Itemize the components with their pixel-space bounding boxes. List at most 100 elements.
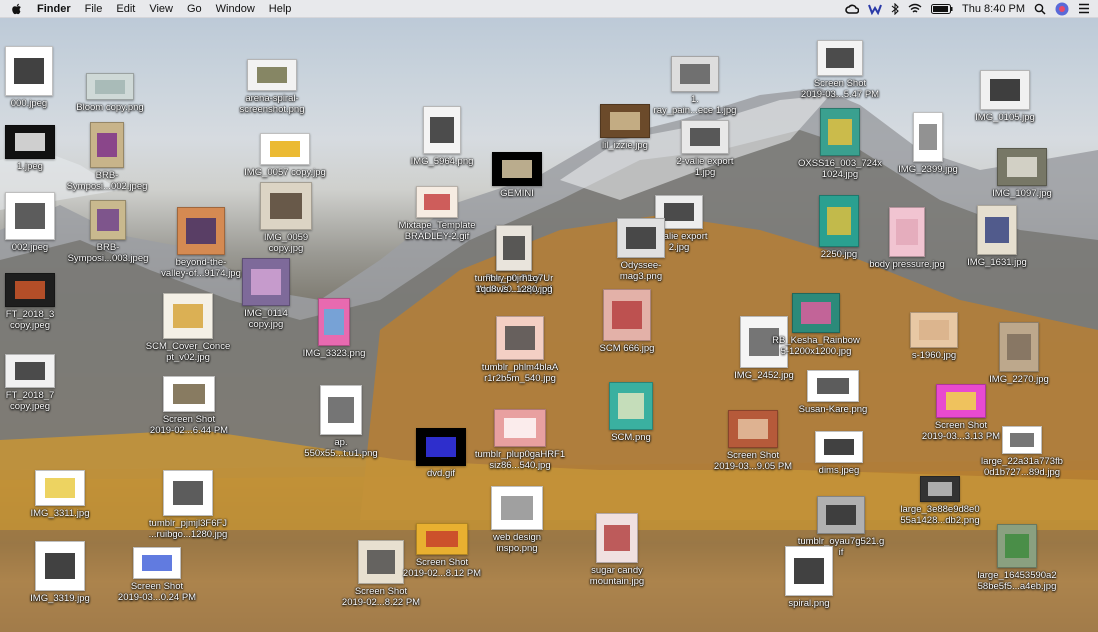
desktop-file-icon[interactable]: BRB- Symposi...002.jpeg — [61, 122, 153, 192]
desktop-file-icon[interactable]: IMG_1631.jpg — [951, 205, 1043, 268]
desktop-file-icon[interactable]: Bloom copy.png — [64, 73, 156, 113]
menu-bar: Finder File Edit View Go Window Help Thu… — [0, 0, 1098, 18]
desktop-file-icon[interactable]: SCM_Cover_Conce pt_v02.jpg — [142, 293, 234, 363]
thumbnail-content — [1006, 156, 1038, 178]
spotlight-search-icon[interactable] — [1034, 3, 1046, 15]
desktop-file-icon[interactable]: SCM 666.jpg — [581, 289, 673, 354]
menu-app-finder[interactable]: Finder — [37, 3, 71, 15]
user-avatar-icon[interactable] — [1055, 2, 1069, 16]
file-thumbnail — [936, 384, 986, 418]
desktop-file-icon[interactable]: Screen Shot 2019-02...6.44 PM — [143, 376, 235, 436]
file-thumbnail — [977, 205, 1017, 255]
menu-view[interactable]: View — [149, 3, 173, 15]
thumbnail-content — [142, 554, 172, 572]
desktop-file-icon[interactable]: BRB- Symposi...003.jpeg — [62, 200, 154, 264]
file-name-label: tumblr_phlm4blaA r1r2b5m_540.jpg — [481, 362, 559, 384]
desktop-file-icon[interactable]: Screen Shot 2019-02...8.12 PM — [396, 523, 488, 579]
file-name-label: tumblr_p0jrh1o7Ur 1qd8ws...1280.jpg — [474, 273, 554, 295]
desktop-file-icon[interactable]: sugar candy mountain.jpg — [571, 513, 663, 587]
file-thumbnail — [163, 470, 213, 516]
desktop-file-icon[interactable]: tumblr_plup0gaHRF1 siz86...540.jpg — [474, 409, 566, 471]
desktop-file-icon[interactable]: 2-valie export 1.jpg — [659, 120, 751, 178]
desktop-file-icon[interactable]: IMG_3311.jpg — [14, 470, 106, 519]
malwarebytes-icon[interactable] — [868, 3, 882, 15]
desktop-file-icon[interactable]: arena-spiral- screenshot.png — [226, 59, 318, 115]
file-name-label: IMG_1631.jpg — [967, 257, 1027, 268]
menu-edit[interactable]: Edit — [116, 3, 135, 15]
file-thumbnail — [320, 385, 362, 435]
desktop-file-icon[interactable]: body pressure.jpg — [861, 207, 953, 270]
menu-window[interactable]: Window — [216, 3, 255, 15]
menu-help[interactable]: Help — [269, 3, 292, 15]
desktop-file-icon[interactable]: tumblr_p0jrh1o7Ur 1qd8ws...1280.jpg — [468, 225, 560, 295]
thumbnail-content — [609, 112, 641, 130]
thumbnail-content — [989, 79, 1021, 101]
desktop-file-icon[interactable]: lil_izzie.jpg — [579, 104, 671, 151]
thumbnail-content — [14, 133, 46, 151]
file-thumbnail — [920, 476, 960, 502]
desktop-file-icon[interactable]: tumblr_phlm4blaA r1r2b5m_540.jpg — [474, 316, 566, 384]
desktop-file-icon[interactable]: Odyssee- mag3.png — [595, 218, 687, 282]
file-name-label: OXSS16_003_724x 1024.jpg — [798, 158, 882, 180]
file-thumbnail — [35, 470, 85, 506]
file-thumbnail — [491, 486, 543, 530]
bluetooth-icon[interactable] — [891, 2, 899, 15]
file-thumbnail — [86, 73, 134, 100]
thumbnail-content — [366, 550, 396, 574]
desktop-file-icon[interactable]: ap. 550x55...t.u1.png — [295, 385, 387, 459]
menu-file[interactable]: File — [85, 3, 103, 15]
desktop-file-icon[interactable]: SCM.png — [585, 382, 677, 443]
desktop-file-icon[interactable]: OXSS16_003_724x 1024.jpg — [794, 108, 886, 180]
desktop-file-icon[interactable]: IMG_1097.jpg — [976, 148, 1068, 199]
thumbnail-content — [501, 496, 533, 520]
file-name-label: 1.jpeg — [17, 161, 43, 172]
menu-go[interactable]: Go — [187, 3, 202, 15]
desktop-file-icon[interactable]: FT_2018_3 copy.jpeg — [0, 273, 76, 331]
desktop-file-icon[interactable]: IMG_3319.jpg — [14, 541, 106, 604]
desktop-file-icon[interactable]: large_22a31a773fb 0d1b727...89d.jpg — [976, 426, 1068, 478]
file-thumbnail — [35, 541, 85, 591]
menubar-clock[interactable]: Thu 8:40 PM — [962, 3, 1025, 15]
file-thumbnail — [817, 496, 865, 534]
desktop-file-icon[interactable]: IMG_0057 copy.jpg — [239, 133, 331, 178]
desktop-file-icon[interactable]: IMG_0059 copy.jpg — [240, 182, 332, 254]
wifi-icon[interactable] — [908, 3, 922, 14]
desktop-file-icon[interactable]: Screen Shot 2019-03...5.47 PM — [794, 40, 886, 100]
desktop-file-icon[interactable]: Susan-Kare.png — [787, 370, 879, 415]
file-thumbnail — [785, 546, 833, 596]
desktop-file-icon[interactable]: dims.jpeg — [793, 431, 885, 476]
desktop-file-icon[interactable]: s-1960.jpg — [888, 312, 980, 361]
thumbnail-content — [503, 235, 525, 261]
file-thumbnail — [5, 192, 55, 240]
file-thumbnail — [910, 312, 958, 348]
file-thumbnail — [999, 322, 1039, 372]
thumbnail-content — [919, 123, 937, 151]
thumbnail-content — [927, 482, 953, 496]
file-thumbnail — [260, 133, 310, 165]
file-name-label: dvd.gif — [427, 468, 455, 479]
file-name-label: ap. 550x55...t.u1.png — [304, 437, 378, 459]
file-thumbnail — [603, 289, 651, 341]
desktop-file-icon[interactable]: large_3e88e9d8e0 55a1428...db2.png — [894, 476, 986, 526]
creative-cloud-icon[interactable] — [845, 3, 860, 15]
file-thumbnail — [5, 273, 55, 307]
desktop-file-icon[interactable]: IMG_2270.jpg — [973, 322, 1065, 385]
desktop-file-icon[interactable]: IMG_3323.png — [288, 298, 380, 359]
desktop-file-icon[interactable]: Screen Shot 2019-03...0.24 PM — [111, 547, 203, 603]
notification-center-icon[interactable] — [1078, 3, 1090, 14]
file-name-label: large_3e88e9d8e0 55a1428...db2.png — [900, 504, 980, 526]
file-thumbnail — [820, 108, 860, 156]
file-thumbnail — [819, 195, 859, 247]
desktop-file-icon[interactable]: GEMINI — [471, 152, 563, 199]
battery-icon[interactable] — [931, 3, 953, 14]
desktop-file-icon[interactable]: tumblr_pjmjl3F6FJ ...ruibgo...1280.jpg — [142, 470, 234, 540]
desktop-file-icon[interactable]: RB_Kesha_Rainbow 5-1200x1200.jpg — [770, 293, 862, 357]
desktop-file-icon[interactable]: large_16453590a2 58be5f5...a4eb.jpg — [971, 524, 1063, 592]
apple-menu-icon[interactable] — [11, 3, 23, 15]
desktop-file-icon[interactable]: spiral.png — [763, 546, 855, 609]
file-thumbnail — [260, 182, 312, 230]
desktop-file-icon[interactable]: IMG_2399.jpg — [882, 112, 974, 175]
file-name-label: Susan-Kare.png — [798, 404, 868, 415]
desktop-file-icon[interactable]: FT_2018_7 copy.jpeg — [0, 354, 76, 412]
desktop-file-icon[interactable]: Screen Shot 2019-03...9.05 PM — [707, 410, 799, 472]
